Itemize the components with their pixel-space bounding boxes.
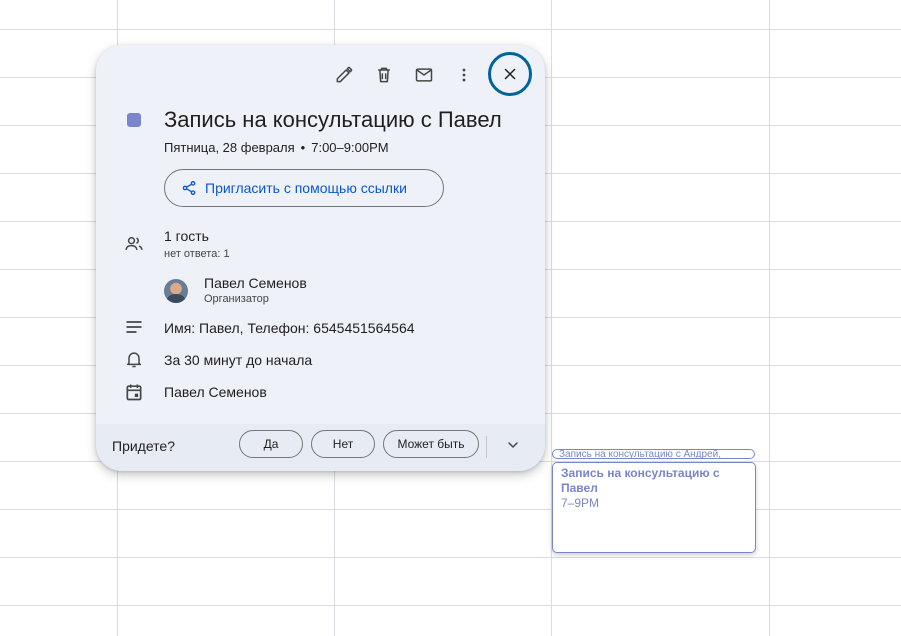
more-options-button[interactable]: [448, 59, 480, 91]
invite-via-link-label: Пригласить с помощью ссылки: [205, 180, 407, 196]
grid-row-line: [0, 29, 901, 30]
footer-divider: [486, 436, 487, 458]
guest-no-reply: нет ответа: 1: [164, 248, 230, 260]
edit-icon: [336, 66, 353, 83]
rsvp-expand-button[interactable]: [501, 433, 525, 457]
calendar-event-time: 7–9PM: [561, 496, 600, 510]
guests-icon: [124, 234, 144, 254]
rsvp-footer: Придете? Да Нет Может быть: [96, 424, 545, 471]
event-reminder: За 30 минут до начала: [164, 352, 313, 368]
grid-row-line: [0, 509, 901, 510]
email-guests-button[interactable]: [408, 59, 440, 91]
close-button[interactable]: [488, 52, 532, 96]
guest-role: Организатор: [204, 293, 269, 305]
rsvp-maybe-button[interactable]: Может быть: [383, 430, 479, 458]
event-calendar-owner: Павел Семенов: [164, 384, 267, 400]
close-icon: [504, 68, 516, 80]
edit-button[interactable]: [328, 59, 360, 91]
rsvp-yes-button[interactable]: Да: [239, 430, 303, 458]
datetime-separator: •: [300, 140, 306, 155]
guest-count: 1 гость: [164, 228, 209, 244]
invite-via-link-button[interactable]: Пригласить с помощью ссылки: [164, 169, 444, 207]
more-options-icon: [462, 68, 466, 82]
delete-button[interactable]: [368, 59, 400, 91]
event-description: Имя: Павел, Телефон: 6545451564564: [164, 320, 415, 336]
event-time: 7:00–9:00PM: [311, 140, 389, 155]
grid-row-line: [0, 557, 901, 558]
grid-row-line: [0, 605, 901, 606]
calendar-event-title: Запись на консультацию с Павел: [561, 466, 720, 495]
calendar-event-title: Запись на консультацию с Андрей,: [559, 449, 721, 459]
avatar: [164, 279, 188, 303]
calendar-event-andrey[interactable]: Запись на консультацию с Андрей,: [552, 449, 755, 459]
chevron-down-icon: [508, 442, 518, 448]
guest-name[interactable]: Павел Семенов: [204, 275, 307, 291]
calendar-icon: [124, 382, 144, 402]
share-icon: [182, 181, 196, 195]
rsvp-question: Придете?: [112, 438, 175, 454]
calendar-event-pavel[interactable]: Запись на консультацию с Павел 7–9PM: [552, 462, 756, 553]
grid-column-line: [769, 0, 770, 636]
event-details-popup: Запись на консультацию с Павел Пятница, …: [96, 45, 545, 471]
event-title: Запись на консультацию с Павел: [164, 107, 502, 132]
event-date: Пятница, 28 февраля: [164, 140, 295, 155]
rsvp-no-button[interactable]: Нет: [311, 430, 375, 458]
delete-icon: [378, 67, 390, 83]
event-datetime: Пятница, 28 февраля • 7:00–9:00PM: [164, 140, 389, 155]
bell-icon: [124, 349, 144, 369]
description-icon: [124, 317, 144, 337]
event-color-indicator: [127, 113, 141, 127]
email-icon: [415, 68, 433, 82]
